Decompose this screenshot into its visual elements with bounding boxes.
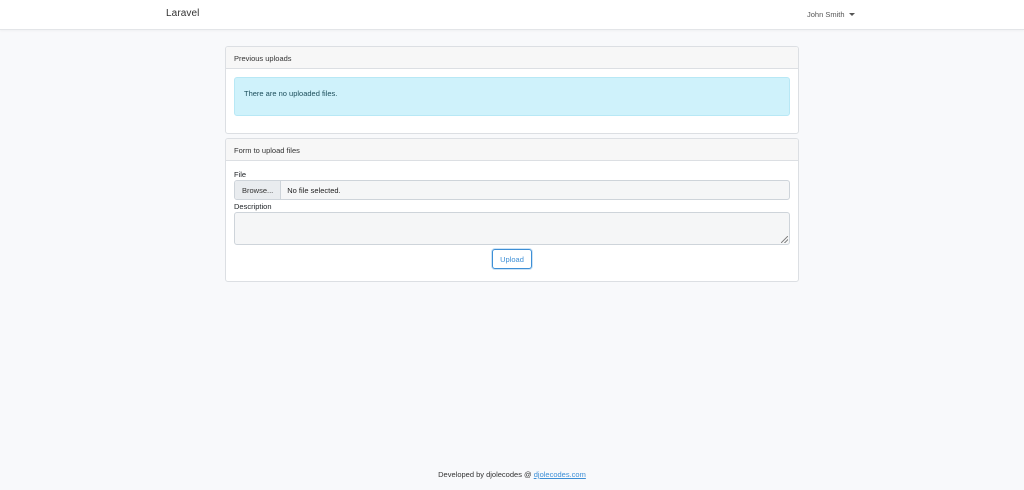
brand-link[interactable]: Laravel: [166, 8, 200, 19]
footer-link[interactable]: djolecodes.com: [534, 470, 586, 479]
footer: Developed by djolecodes @ djolecodes.com: [0, 470, 1024, 479]
info-alert: There are no uploaded files.: [234, 77, 790, 116]
user-dropdown[interactable]: John Smith: [807, 10, 855, 19]
resize-grip-icon[interactable]: [781, 236, 788, 243]
file-status: No file selected.: [287, 185, 341, 195]
card-header-title: Form to upload files: [226, 139, 798, 161]
upload-form-card: Form to upload files File Browse... No f…: [225, 138, 799, 282]
upload-button[interactable]: Upload: [492, 249, 532, 269]
description-label: Description: [234, 202, 272, 211]
footer-text: Developed by djolecodes @: [438, 470, 534, 479]
browse-button[interactable]: Browse...: [235, 181, 282, 199]
description-textarea[interactable]: [234, 212, 790, 245]
card-header-title: Previous uploads: [226, 47, 798, 69]
caret-down-icon: [848, 13, 855, 16]
user-name: John Smith: [807, 10, 845, 19]
file-input[interactable]: Browse... No file selected.: [234, 180, 790, 200]
file-label: File: [234, 170, 247, 179]
top-navbar: Laravel John Smith: [0, 0, 1024, 30]
previous-uploads-card: Previous uploads There are no uploaded f…: [225, 46, 799, 134]
